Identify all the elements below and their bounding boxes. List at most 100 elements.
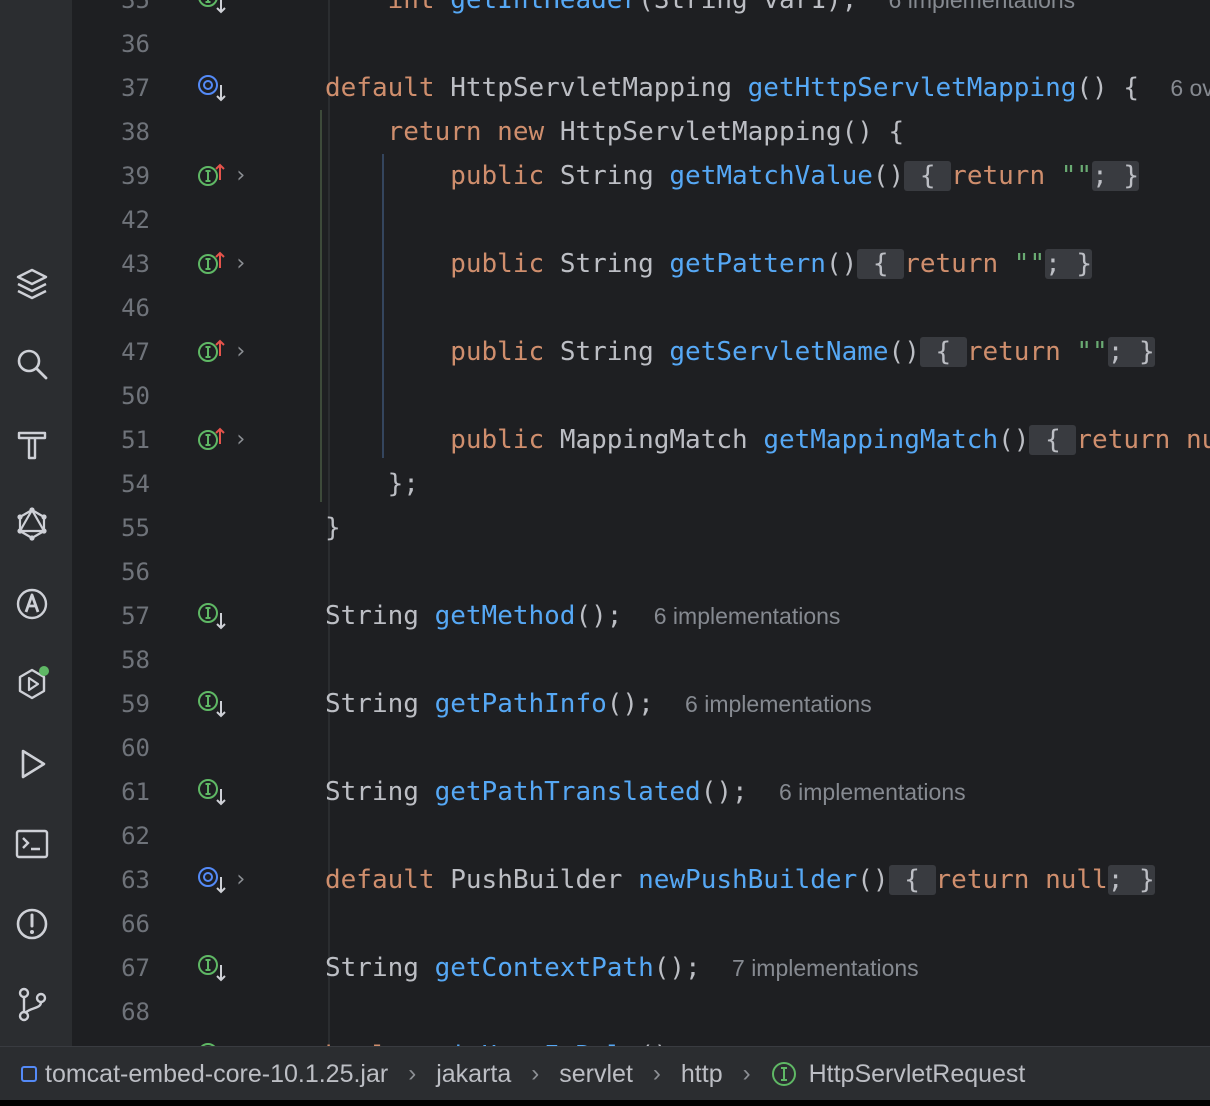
code-line[interactable]: 38 return new HttpServletMapping() { [72, 110, 1210, 154]
line-number: 43 [121, 250, 150, 278]
line-number: 38 [121, 118, 150, 146]
code-text: public String getPattern() { return ""; … [325, 242, 1093, 286]
code-line[interactable]: 54 }; [72, 462, 1210, 506]
fold-chevron-icon[interactable]: › [234, 164, 254, 188]
code-line[interactable]: 35 int getIntHeader(String var1); 6 impl… [72, 0, 1210, 22]
breadcrumb-package-jakarta[interactable]: jakarta [436, 1060, 511, 1089]
code-token: PushBuilder [450, 865, 639, 895]
build-hammer-icon[interactable] [10, 422, 54, 466]
graphql-icon[interactable] [10, 502, 54, 546]
code-line[interactable]: 61 String getPathTranslated(); 6 implemen… [72, 770, 1210, 814]
implemented-icon[interactable] [197, 602, 231, 632]
folded-region[interactable]: ; } [1092, 161, 1140, 191]
implemented-icon[interactable] [197, 690, 231, 720]
git-icon[interactable] [10, 982, 54, 1026]
code-line[interactable]: 69 boolean isUserInRole() [72, 1034, 1210, 1046]
line-number: 46 [121, 294, 150, 322]
line-number: 57 [121, 602, 150, 630]
breadcrumb: tomcat-embed-core-10.1.25.jar › jakarta … [0, 1046, 1210, 1101]
code-token: "" [1013, 249, 1046, 279]
module-icon [21, 1066, 37, 1082]
fold-chevron-icon[interactable]: › [234, 428, 254, 452]
inlay-hint[interactable]: 6 implementations [779, 779, 966, 805]
inlay-hint[interactable]: 6 overrides [1170, 75, 1210, 101]
code-token: public [325, 249, 560, 279]
implemented-icon[interactable] [197, 0, 231, 16]
breadcrumb-package-servlet[interactable]: servlet [559, 1060, 633, 1089]
code-line[interactable]: 57 String getMethod(); 6 implementations [72, 594, 1210, 638]
code-token: getPattern [669, 249, 826, 279]
line-number: 61 [121, 778, 150, 806]
code-token: () [857, 865, 889, 895]
breadcrumb-separator: › [408, 1060, 417, 1087]
code-line[interactable]: 46 [72, 286, 1210, 330]
folded-region[interactable]: { [919, 337, 967, 367]
code-line[interactable]: 37 default HttpServletMapping getHttpServ… [72, 66, 1210, 110]
code-line[interactable]: 43 › public String getPattern() { return … [72, 242, 1210, 286]
line-number: 35 [121, 0, 150, 14]
implemented-icon[interactable] [197, 954, 231, 984]
services-icon[interactable] [10, 662, 54, 706]
code-editor[interactable]: 35 int getIntHeader(String var1); 6 impl… [72, 0, 1210, 1046]
implemented-icon[interactable] [197, 778, 231, 808]
problems-icon[interactable] [10, 902, 54, 946]
breadcrumb-jar[interactable]: tomcat-embed-core-10.1.25.jar [45, 1060, 388, 1089]
code-line[interactable]: 42 [72, 198, 1210, 242]
fold-chevron-icon[interactable]: › [234, 340, 254, 364]
code-token: public [325, 425, 560, 455]
breadcrumb-class[interactable]: HttpServletRequest [809, 1060, 1026, 1089]
run-icon[interactable] [10, 742, 54, 786]
code-line[interactable]: 67 String getContextPath(); 7 implementat… [72, 946, 1210, 990]
terminal-icon[interactable] [10, 822, 54, 866]
implementing-icon[interactable] [197, 250, 231, 280]
overridden-icon[interactable] [197, 866, 231, 896]
folded-region[interactable]: { [888, 865, 936, 895]
code-line[interactable]: 47 › public String getServletName() { ret… [72, 330, 1210, 374]
inlay-hint[interactable]: 6 implementations [889, 0, 1076, 13]
overridden-icon[interactable] [197, 74, 231, 104]
code-token: return new [325, 117, 560, 147]
code-token: MappingMatch [559, 425, 764, 455]
inlay-hint[interactable]: 6 implementations [685, 691, 872, 717]
breadcrumb-package-http[interactable]: http [681, 1060, 723, 1089]
code-line[interactable]: 56 [72, 550, 1210, 594]
line-number: 47 [121, 338, 150, 366]
search-icon[interactable] [10, 342, 54, 386]
code-line[interactable]: 36 [72, 22, 1210, 66]
folded-region[interactable]: { [904, 161, 952, 191]
implementing-icon[interactable] [197, 162, 231, 192]
layers-icon[interactable] [10, 262, 54, 306]
code-line[interactable]: 66 [72, 902, 1210, 946]
code-line[interactable]: 62 [72, 814, 1210, 858]
code-line[interactable]: 50 [72, 374, 1210, 418]
folded-region[interactable]: ; } [1107, 865, 1155, 895]
fold-chevron-icon[interactable]: › [234, 868, 254, 892]
code-line[interactable]: 60 [72, 726, 1210, 770]
code-line[interactable]: 58 [72, 638, 1210, 682]
ai-assistant-icon[interactable] [10, 582, 54, 626]
folded-region[interactable]: ; } [1045, 249, 1093, 279]
line-number: 60 [121, 734, 150, 762]
code-token: () [825, 249, 858, 279]
code-token: return [904, 249, 1014, 279]
code-token: newPushBuilder [638, 865, 858, 895]
inlay-hint[interactable]: 6 implementations [654, 603, 841, 629]
folded-region[interactable]: { [1029, 425, 1077, 455]
inlay-hint[interactable]: 7 implementations [732, 955, 919, 981]
code-token: HttpServletMapping() { [559, 117, 905, 147]
code-token: (String var1); [638, 0, 889, 15]
implementing-icon[interactable] [197, 426, 231, 456]
fold-chevron-icon[interactable]: › [234, 252, 254, 276]
code-line[interactable]: 51 › public MappingMatch getMappingMatch(… [72, 418, 1210, 462]
code-line[interactable]: 68 [72, 990, 1210, 1034]
code-line[interactable]: 55} [72, 506, 1210, 550]
code-line[interactable]: 59 String getPathInfo(); 6 implementation… [72, 682, 1210, 726]
line-number: 36 [121, 30, 150, 58]
code-line[interactable]: 63 › default PushBuilder newPushBuilder() … [72, 858, 1210, 902]
folded-region[interactable]: { [857, 249, 905, 279]
code-token: () [872, 161, 905, 191]
code-line[interactable]: 39 › public String getMatchValue() { retu… [72, 154, 1210, 198]
implementing-icon[interactable] [197, 338, 231, 368]
folded-region[interactable]: ; } [1107, 337, 1155, 367]
code-token: return null; } [1076, 425, 1210, 455]
